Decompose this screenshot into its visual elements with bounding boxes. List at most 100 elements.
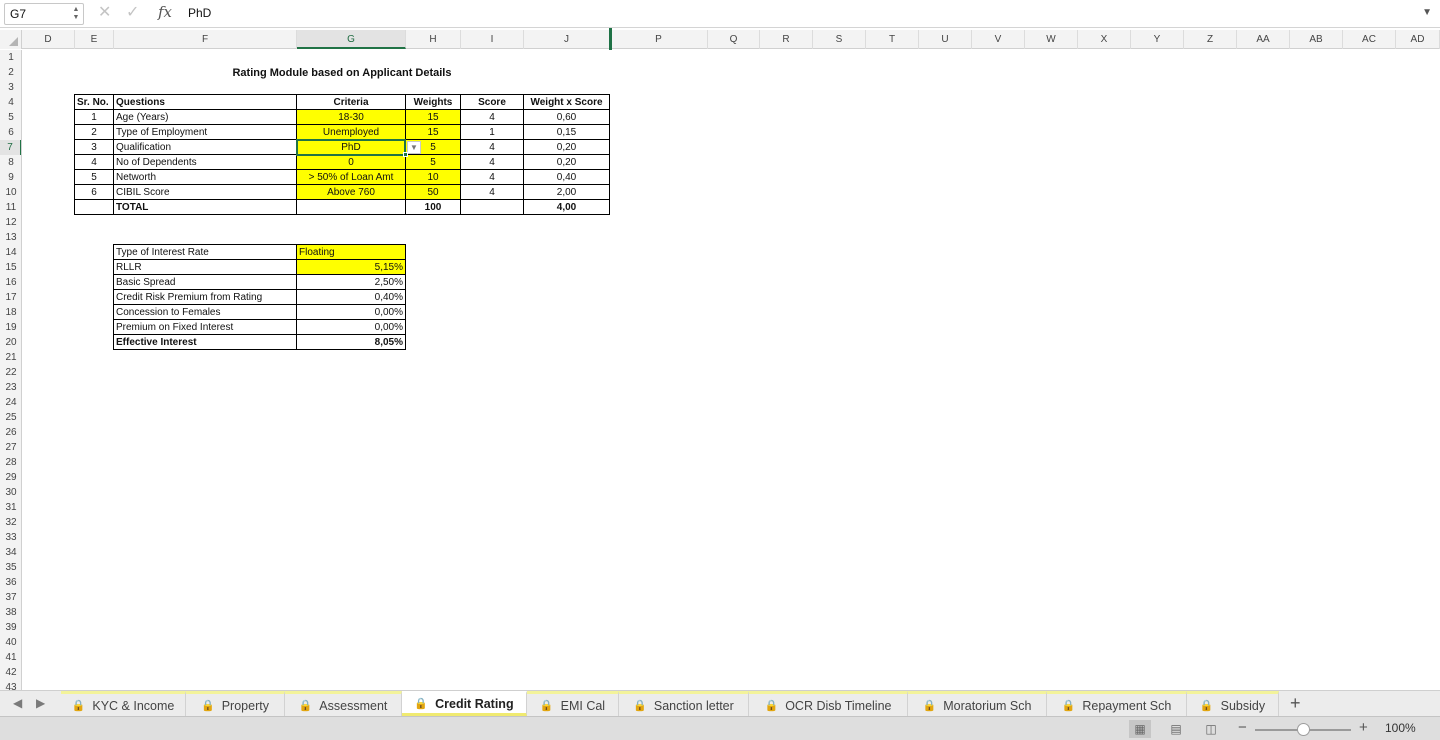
row-header-1[interactable]: 1 bbox=[0, 50, 21, 65]
row-header-16[interactable]: 16 bbox=[0, 275, 21, 290]
sheet-tab-emi-cal[interactable]: 🔒 EMI Cal bbox=[527, 691, 619, 716]
column-header-s[interactable]: S bbox=[813, 30, 866, 49]
table-cell[interactable]: 0,20 bbox=[524, 155, 610, 170]
sheet-tab-property[interactable]: 🔒 Property bbox=[186, 691, 285, 716]
table-cell[interactable]: 0 bbox=[297, 155, 406, 170]
row-header-4[interactable]: 4 bbox=[0, 95, 21, 110]
table-cell[interactable]: 15 bbox=[406, 125, 461, 140]
interest-label-cell[interactable]: Basic Spread bbox=[114, 275, 297, 290]
table-cell[interactable]: 18-30 bbox=[297, 110, 406, 125]
sheet-tab-repayment-sch[interactable]: 🔒 Repayment Sch bbox=[1047, 691, 1187, 716]
table-cell[interactable]: 4 bbox=[461, 110, 524, 125]
add-sheet-button[interactable]: + bbox=[1290, 693, 1301, 714]
row-header-15[interactable]: 15 bbox=[0, 260, 21, 275]
row-header-30[interactable]: 30 bbox=[0, 485, 21, 500]
row-header-29[interactable]: 29 bbox=[0, 470, 21, 485]
column-header-ac[interactable]: AC bbox=[1343, 30, 1396, 49]
row-header-5[interactable]: 5 bbox=[0, 110, 21, 125]
column-header-z[interactable]: Z bbox=[1184, 30, 1237, 49]
table-cell[interactable]: 4 bbox=[461, 140, 524, 155]
table-cell[interactable]: 10 bbox=[406, 170, 461, 185]
table-cell[interactable]: 1 bbox=[75, 110, 114, 125]
table-cell[interactable]: 2,00 bbox=[524, 185, 610, 200]
table-header-cell[interactable]: Sr. No. bbox=[75, 95, 114, 110]
row-header-9[interactable]: 9 bbox=[0, 170, 21, 185]
table-cell[interactable]: No of Dependents bbox=[114, 155, 297, 170]
row-header-35[interactable]: 35 bbox=[0, 560, 21, 575]
row-header-40[interactable]: 40 bbox=[0, 635, 21, 650]
row-header-11[interactable]: 11 bbox=[0, 200, 21, 215]
sheet-tab-moratorium-sch[interactable]: 🔒 Moratorium Sch bbox=[908, 691, 1047, 716]
interest-value-cell[interactable]: 0,00% bbox=[297, 305, 406, 320]
sheet-tab-sanction-letter[interactable]: 🔒 Sanction letter bbox=[619, 691, 749, 716]
row-header-43[interactable]: 43 bbox=[0, 680, 21, 690]
zoom-level[interactable]: 100% bbox=[1385, 721, 1416, 735]
table-cell[interactable]: 4 bbox=[461, 185, 524, 200]
row-header-21[interactable]: 21 bbox=[0, 350, 21, 365]
page-layout-view-icon[interactable]: ▤ bbox=[1165, 720, 1187, 738]
row-header-28[interactable]: 28 bbox=[0, 455, 21, 470]
table-cell[interactable]: Above 760 bbox=[297, 185, 406, 200]
row-header-19[interactable]: 19 bbox=[0, 320, 21, 335]
fill-handle[interactable] bbox=[403, 152, 408, 157]
column-header-f[interactable]: F bbox=[114, 30, 297, 49]
column-header-j[interactable]: J bbox=[524, 30, 610, 49]
interest-value-cell[interactable]: 2,50% bbox=[297, 275, 406, 290]
interest-label-cell[interactable]: Type of Interest Rate bbox=[114, 245, 297, 260]
column-header-x[interactable]: X bbox=[1078, 30, 1131, 49]
interest-label-cell[interactable]: Concession to Females bbox=[114, 305, 297, 320]
table-header-cell[interactable]: Weights bbox=[406, 95, 461, 110]
freeze-pane-divider[interactable] bbox=[609, 28, 612, 50]
table-header-cell[interactable]: Questions bbox=[114, 95, 297, 110]
scroll-tabs-right-icon[interactable]: ▶ bbox=[36, 696, 45, 710]
row-header-27[interactable]: 27 bbox=[0, 440, 21, 455]
table-cell[interactable]: 15 bbox=[406, 110, 461, 125]
zoom-in-icon[interactable]: + bbox=[1359, 719, 1368, 736]
column-header-p[interactable]: P bbox=[610, 30, 708, 49]
row-header-10[interactable]: 10 bbox=[0, 185, 21, 200]
name-box[interactable]: G7 ▲ ▼ bbox=[4, 3, 84, 25]
table-cell[interactable]: 3 bbox=[75, 140, 114, 155]
total-row-cell[interactable] bbox=[75, 200, 114, 215]
table-cell[interactable]: CIBIL Score bbox=[114, 185, 297, 200]
name-box-stepper-icon[interactable]: ▲ ▼ bbox=[72, 6, 80, 22]
column-header-v[interactable]: V bbox=[972, 30, 1025, 49]
table-cell[interactable]: 0,20 bbox=[524, 140, 610, 155]
formula-input[interactable]: PhD bbox=[188, 6, 211, 20]
interest-value-cell[interactable]: 0,40% bbox=[297, 290, 406, 305]
table-cell[interactable]: Networth bbox=[114, 170, 297, 185]
column-header-e[interactable]: E bbox=[75, 30, 114, 49]
row-header-34[interactable]: 34 bbox=[0, 545, 21, 560]
column-header-t[interactable]: T bbox=[866, 30, 919, 49]
row-header-2[interactable]: 2 bbox=[0, 65, 21, 80]
row-header-18[interactable]: 18 bbox=[0, 305, 21, 320]
row-header-33[interactable]: 33 bbox=[0, 530, 21, 545]
total-row-cell[interactable]: 100 bbox=[406, 200, 461, 215]
insert-function-icon[interactable]: fx bbox=[158, 3, 172, 21]
sheet-tab-subsidy[interactable]: 🔒 Subsidy bbox=[1187, 691, 1279, 716]
table-cell[interactable]: 4 bbox=[461, 170, 524, 185]
expand-formula-bar-icon[interactable]: ▼ bbox=[1422, 7, 1432, 18]
confirm-icon[interactable]: ✓ bbox=[126, 4, 139, 22]
column-header-ab[interactable]: AB bbox=[1290, 30, 1343, 49]
interest-label-cell[interactable]: Credit Risk Premium from Rating bbox=[114, 290, 297, 305]
column-header-r[interactable]: R bbox=[760, 30, 813, 49]
table-cell[interactable]: 0,15 bbox=[524, 125, 610, 140]
table-cell[interactable]: 6 bbox=[75, 185, 114, 200]
sheet-tab-ocr-disb-timeline[interactable]: 🔒 OCR Disb Timeline bbox=[749, 691, 908, 716]
page-break-view-icon[interactable]: ◫ bbox=[1200, 720, 1222, 738]
column-header-ad[interactable]: AD bbox=[1396, 30, 1440, 49]
table-cell[interactable]: Age (Years) bbox=[114, 110, 297, 125]
table-cell[interactable]: 5 bbox=[406, 155, 461, 170]
active-cell-selection[interactable] bbox=[296, 139, 406, 156]
zoom-slider-thumb[interactable] bbox=[1297, 723, 1310, 736]
row-header-37[interactable]: 37 bbox=[0, 590, 21, 605]
row-header-41[interactable]: 41 bbox=[0, 650, 21, 665]
row-header-8[interactable]: 8 bbox=[0, 155, 21, 170]
table-cell[interactable]: Unemployed bbox=[297, 125, 406, 140]
table-cell[interactable]: > 50% of Loan Amt bbox=[297, 170, 406, 185]
row-header-12[interactable]: 12 bbox=[0, 215, 21, 230]
sheet-tab-assessment[interactable]: 🔒 Assessment bbox=[285, 691, 402, 716]
zoom-out-icon[interactable]: − bbox=[1238, 719, 1247, 736]
normal-view-icon[interactable]: ▦ bbox=[1129, 720, 1151, 738]
